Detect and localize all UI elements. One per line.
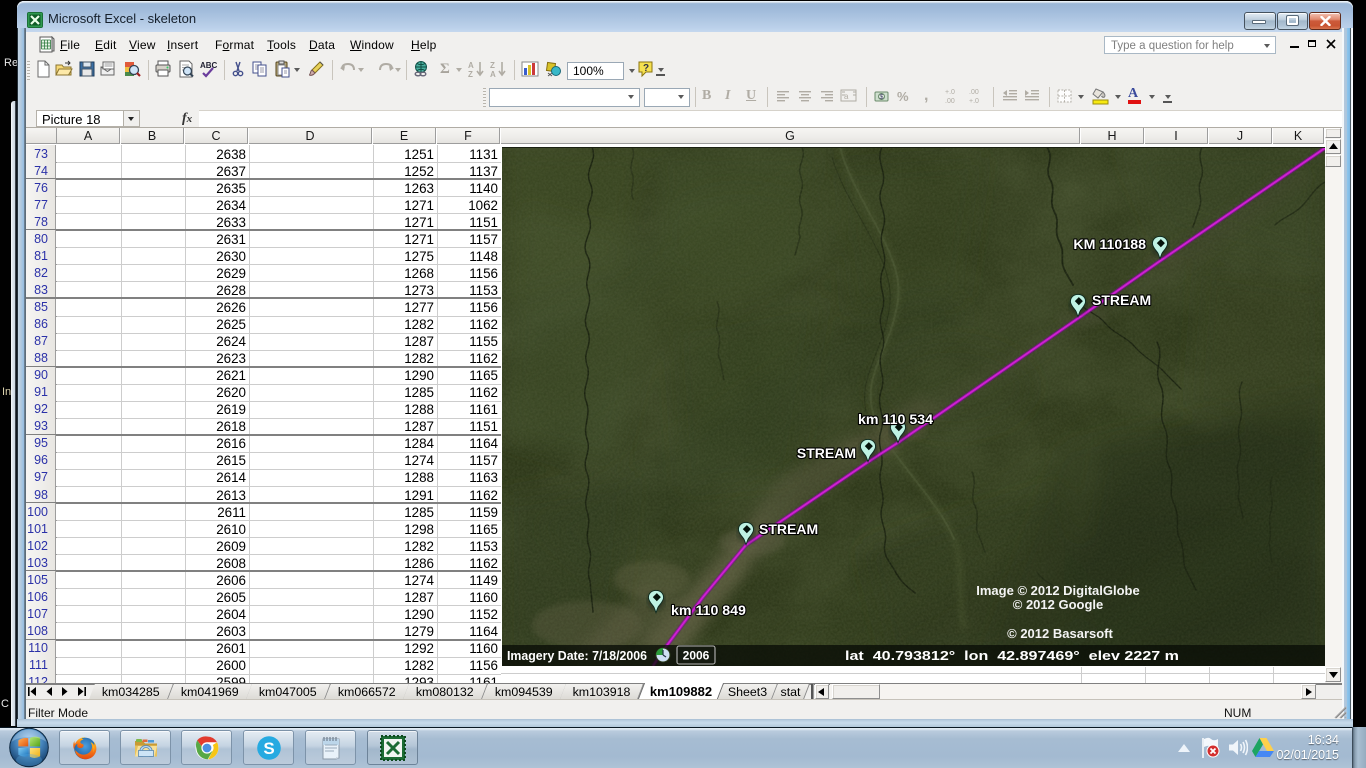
svg-text:KM 110188: KM 110188 [1073, 237, 1146, 253]
svg-text:A: A [468, 61, 474, 70]
svg-text:© 2012 Google: © 2012 Google [1013, 597, 1104, 612]
svg-text:.00: .00 [969, 89, 979, 96]
svg-text:© 2012 Basarsoft: © 2012 Basarsoft [1007, 626, 1113, 641]
svg-text:S: S [263, 739, 274, 758]
svg-text:2006: 2006 [683, 649, 710, 663]
svg-text:a: a [844, 92, 849, 101]
svg-text:STREAM: STREAM [797, 445, 856, 461]
svg-text:STREAM: STREAM [759, 521, 818, 537]
svg-text:+.0: +.0 [945, 89, 955, 96]
svg-text:km 110 534: km 110 534 [858, 412, 933, 428]
svg-text:$: $ [880, 94, 884, 101]
svg-text:Image © 2012 DigitalGlobe: Image © 2012 DigitalGlobe [976, 583, 1139, 598]
svg-text:Z: Z [490, 61, 495, 70]
svg-text:Imagery Date: 7/18/2006: Imagery Date: 7/18/2006 [507, 649, 647, 663]
svg-text:lat 40.793812° lon 42.89746: lat 40.793812° lon 42.897469° elev 2227 … [845, 648, 1179, 663]
svg-text:Z: Z [468, 70, 473, 78]
svg-text:+.0: +.0 [969, 98, 979, 105]
svg-text:ABC: ABC [200, 61, 217, 70]
svg-text:STREAM: STREAM [1092, 292, 1151, 308]
svg-text:?: ? [643, 63, 649, 74]
svg-text:A: A [490, 70, 496, 78]
svg-text:km 110 849: km 110 849 [671, 603, 746, 619]
svg-text:.00: .00 [945, 98, 955, 105]
